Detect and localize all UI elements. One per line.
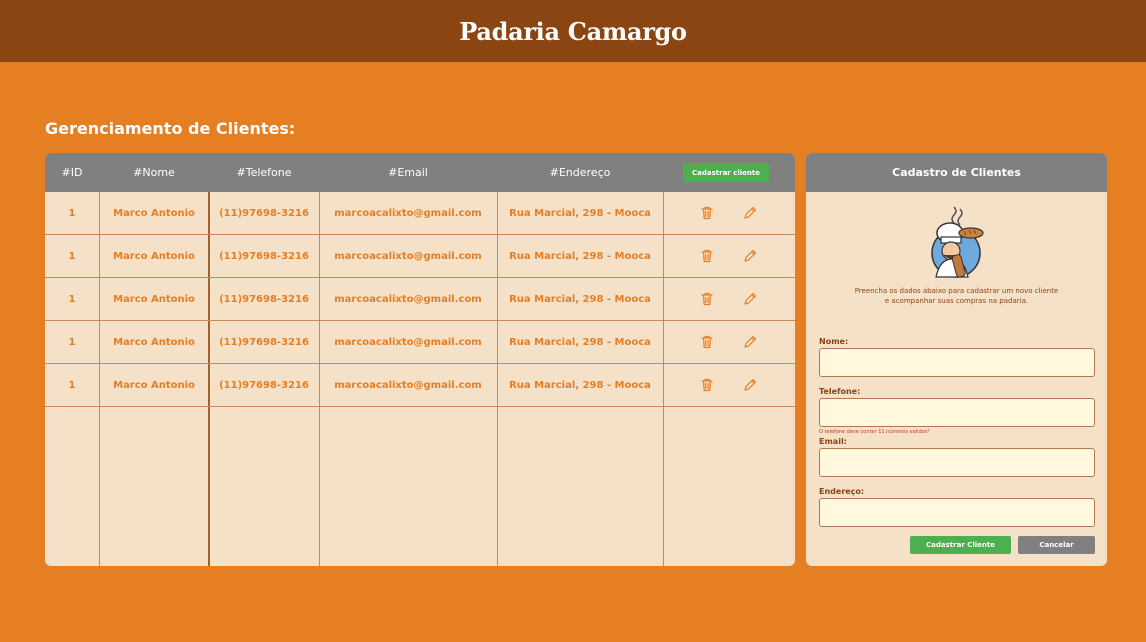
table-row: 1 Marco Antonio (11)97698-3216 marcoacalixt… (45, 235, 795, 278)
delete-trash-icon[interactable] (699, 248, 715, 264)
cell-email: marcoacalixto@gmail.com (334, 379, 482, 391)
name-input[interactable] (819, 348, 1095, 377)
edit-pencil-icon[interactable] (742, 291, 758, 307)
cell-id: 1 (68, 293, 76, 305)
phone-input[interactable] (819, 398, 1095, 427)
form-intro-line: Preencha os dados abaixo para cadastrar … (854, 287, 1059, 295)
address-label: Endereço: (819, 487, 865, 496)
form-intro: Preencha os dados abaixo para cadastrar … (806, 286, 1107, 306)
form-title: Cadastro de Clientes (806, 153, 1107, 192)
table-row: 1 Marco Antonio (11)97698-3216 marcoacalixt… (45, 278, 795, 321)
cell-phone: (11)97698-3216 (219, 293, 309, 305)
edit-pencil-icon[interactable] (742, 377, 758, 393)
submit-client-button[interactable]: Cadastrar Cliente (910, 536, 1011, 554)
cancel-button[interactable]: Cancelar (1018, 536, 1095, 554)
cell-address: Rua Marcial, 298 - Mooca (509, 293, 651, 305)
column-header-name: #Nome (133, 166, 175, 179)
cell-email: marcoacalixto@gmail.com (334, 336, 482, 348)
address-input[interactable] (819, 498, 1095, 527)
table-row: 1 Marco Antonio (11)97698-3216 marcoacalixt… (45, 364, 795, 407)
column-header-phone: #Telefone (236, 166, 292, 179)
table-header: #ID #Nome #Telefone #Email #Endereço Cad… (45, 153, 795, 192)
cell-name: Marco Antonio (113, 250, 195, 262)
cell-id: 1 (68, 379, 76, 391)
delete-trash-icon[interactable] (699, 334, 715, 350)
cell-name: Marco Antonio (113, 336, 195, 348)
edit-pencil-icon[interactable] (742, 248, 758, 264)
cell-address: Rua Marcial, 298 - Mooca (509, 250, 651, 262)
email-label: Email: (819, 437, 847, 446)
column-header-email: #Email (388, 166, 428, 179)
form-intro-line: e acompanhar suas compras na padaria. (884, 297, 1029, 305)
cell-address: Rua Marcial, 298 - Mooca (509, 379, 651, 391)
phone-label: Telefone: (819, 387, 861, 396)
column-header-id: #ID (61, 166, 83, 179)
cell-email: marcoacalixto@gmail.com (334, 207, 482, 219)
delete-trash-icon[interactable] (699, 291, 715, 307)
delete-trash-icon[interactable] (699, 205, 715, 221)
cell-name: Marco Antonio (113, 379, 195, 391)
cell-id: 1 (68, 250, 76, 262)
delete-trash-icon[interactable] (699, 377, 715, 393)
name-label: Nome: (819, 337, 849, 346)
cell-name: Marco Antonio (113, 207, 195, 219)
app-title: Padaria Camargo (459, 16, 687, 46)
cell-address: Rua Marcial, 298 - Mooca (509, 336, 651, 348)
edit-pencil-icon[interactable] (742, 205, 758, 221)
phone-hint: O telefone deve conter 11 números valido… (819, 429, 930, 435)
add-client-button[interactable]: Cadastrar cliente (683, 163, 769, 182)
cell-name: Marco Antonio (113, 293, 195, 305)
clients-table: #ID #Nome #Telefone #Email #Endereço Cad… (45, 153, 795, 566)
section-title: Gerenciamento de Clientes: (45, 119, 296, 138)
baker-chef-icon (931, 206, 984, 278)
cell-id: 1 (68, 207, 76, 219)
table-row: 1 Marco Antonio (11)97698-3216 marcoacalixt… (45, 321, 795, 364)
table-row: 1 Marco Antonio (11)97698-3216 marcoacalixt… (45, 192, 795, 235)
cell-email: marcoacalixto@gmail.com (334, 293, 482, 305)
cell-phone: (11)97698-3216 (219, 250, 309, 262)
cell-phone: (11)97698-3216 (219, 336, 309, 348)
client-form-panel: Cadastro de Clientes Preencha os dados a… (806, 153, 1107, 566)
cell-phone: (11)97698-3216 (219, 379, 309, 391)
cell-address: Rua Marcial, 298 - Mooca (509, 207, 651, 219)
cell-email: marcoacalixto@gmail.com (334, 250, 482, 262)
column-header-address: #Endereço (549, 166, 611, 179)
email-input[interactable] (819, 448, 1095, 477)
app-header: Padaria Camargo (0, 0, 1146, 62)
cell-phone: (11)97698-3216 (219, 207, 309, 219)
cell-id: 1 (68, 336, 76, 348)
edit-pencil-icon[interactable] (742, 334, 758, 350)
